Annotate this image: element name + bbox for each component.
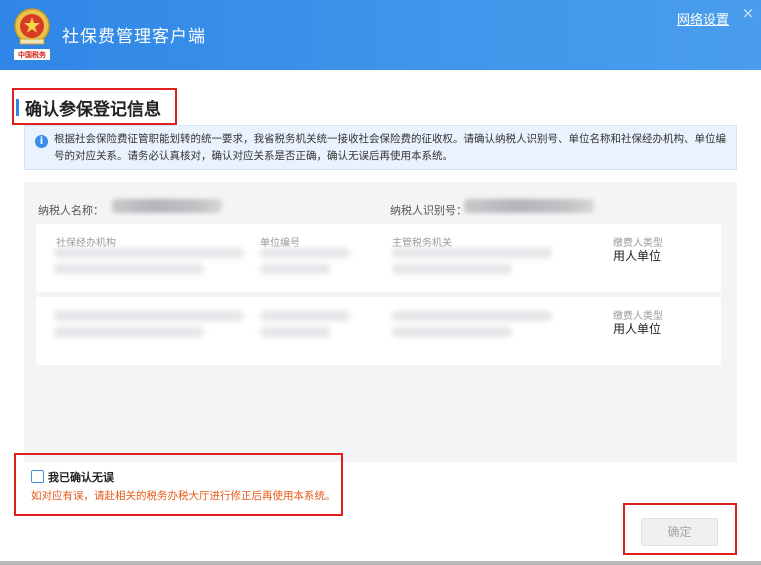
payer-type-value: 用人单位 (613, 249, 662, 263)
social-agency-redacted (54, 248, 244, 258)
title-bar: 中国税务 社保费管理客户端 网络设置 × (0, 0, 761, 70)
taxpayer-id-redacted (464, 199, 594, 213)
unit-number-redacted (260, 311, 350, 321)
page-title: 确认参保登记信息 (25, 100, 161, 120)
taxpayer-name-redacted (112, 199, 222, 213)
unit-number-redacted (260, 327, 330, 337)
info-icon: i (35, 135, 48, 148)
tax-authority-redacted (392, 327, 512, 337)
payer-type-value: 用人单位 (613, 322, 662, 336)
notice-text: 根据社会保险费征管职能划转的统一要求，我省税务机关统一接收社会保险费的征收权。请… (54, 133, 726, 162)
taxpayer-name-label: 纳税人名称： (38, 204, 104, 217)
ok-button[interactable]: 确定 (641, 518, 718, 546)
social-agency-redacted (54, 311, 244, 321)
record-card: 缴费人类型 用人单位 (36, 297, 721, 365)
confirm-hint: 如对应有误，请赴相关的税务办税大厅进行修正后再使用本系统。 (31, 490, 336, 502)
col-tax-authority: 主管税务机关 (392, 238, 452, 249)
close-icon[interactable]: × (740, 5, 756, 21)
record-card: 社保经办机构 单位编号 主管税务机关 缴费人类型 用人单位 (36, 224, 721, 292)
tax-authority-redacted (392, 311, 552, 321)
tax-authority-redacted (392, 264, 512, 274)
col-unit-number: 单位编号 (260, 238, 300, 249)
main-window: 中国税务 社保费管理客户端 网络设置 × 确认参保登记信息 i 根据社会保险费征… (0, 0, 761, 565)
registration-panel: 纳税人名称： 纳税人识别号： 社保经办机构 单位编号 主管税务机关 缴费人类型 … (24, 182, 737, 462)
taxpayer-id-label: 纳税人识别号： (390, 204, 467, 217)
app-title: 社保费管理客户端 (62, 27, 206, 47)
network-settings-link[interactable]: 网络设置 (677, 9, 729, 28)
confirm-label[interactable]: 我已确认无误 (48, 469, 114, 485)
window-bottom-border (0, 561, 761, 565)
tax-authority-redacted (392, 248, 552, 258)
col-social-agency: 社保经办机构 (56, 238, 116, 249)
social-agency-redacted (54, 264, 204, 274)
confirm-checkbox[interactable] (31, 470, 44, 483)
heading-accent-bar (16, 99, 19, 116)
unit-number-redacted (260, 248, 350, 258)
social-agency-redacted (54, 327, 204, 337)
notice-banner: i 根据社会保险费征管职能划转的统一要求，我省税务机关统一接收社会保险费的征收权… (24, 125, 737, 170)
logo-caption: 中国税务 (18, 51, 46, 59)
unit-number-redacted (260, 264, 330, 274)
